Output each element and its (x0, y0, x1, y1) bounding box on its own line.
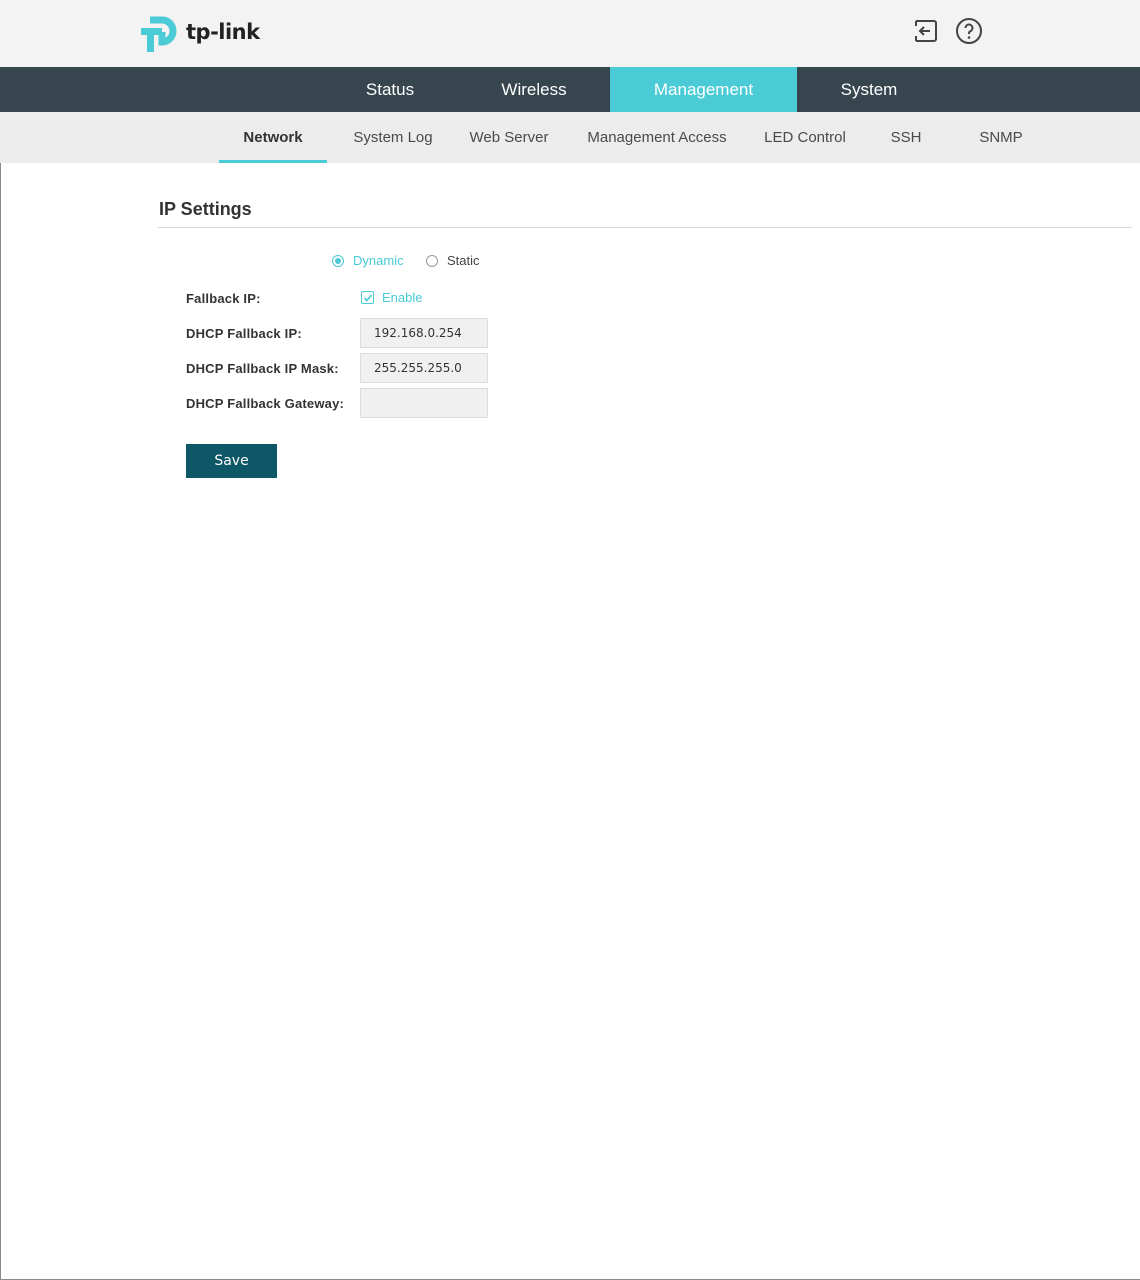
sub-nav-led-control[interactable]: LED Control (757, 112, 853, 163)
sub-nav: Network System Log Web Server Management… (0, 112, 1140, 163)
main-nav: Status Wireless Management System (0, 67, 1140, 112)
main-nav-wireless[interactable]: Wireless (484, 67, 584, 112)
section-divider (158, 227, 1132, 228)
main-nav-status[interactable]: Status (340, 67, 440, 112)
logo-text: tp-link (186, 20, 260, 44)
sub-nav-system-log[interactable]: System Log (343, 112, 443, 163)
dhcp-fallback-ip-input[interactable] (360, 318, 488, 348)
radio-button-icon (332, 254, 344, 267)
save-button[interactable]: Save (186, 444, 277, 478)
section-title: IP Settings (159, 199, 252, 219)
window-frame (0, 0, 1140, 1280)
dhcp-fallback-ip-mask-label: DHCP Fallback IP Mask: (186, 361, 339, 376)
fallback-ip-enable-label: Enable (382, 290, 423, 305)
top-header: tp-link (0, 0, 1140, 67)
main-nav-management[interactable]: Management (610, 67, 797, 112)
dhcp-fallback-gateway-input[interactable] (360, 388, 488, 418)
checkbox-icon (361, 291, 374, 304)
sub-nav-network[interactable]: Network (219, 112, 327, 163)
dhcp-fallback-gateway-label: DHCP Fallback Gateway: (186, 396, 345, 411)
help-icon[interactable] (955, 17, 983, 45)
main-nav-system[interactable]: System (819, 67, 919, 112)
radio-button-icon (426, 254, 438, 267)
logout-icon[interactable] (912, 17, 940, 45)
radio-static-label: Static (447, 253, 480, 268)
dhcp-fallback-ip-mask-input[interactable] (360, 353, 488, 383)
tp-link-logo-icon (141, 16, 177, 52)
radio-dynamic-label: Dynamic (353, 253, 404, 268)
radio-static[interactable]: Static (426, 253, 480, 268)
tp-link-logo: tp-link (140, 10, 260, 54)
sub-nav-web-server[interactable]: Web Server (459, 112, 559, 163)
fallback-ip-label: Fallback IP: (186, 291, 261, 306)
sub-nav-snmp[interactable]: SNMP (968, 112, 1034, 163)
dhcp-fallback-ip-label: DHCP Fallback IP: (186, 326, 302, 341)
fallback-ip-enable-checkbox[interactable]: Enable (361, 290, 422, 305)
sub-nav-ssh[interactable]: SSH (876, 112, 936, 163)
radio-dynamic[interactable]: Dynamic (332, 253, 404, 268)
sub-nav-management-access[interactable]: Management Access (578, 112, 736, 163)
